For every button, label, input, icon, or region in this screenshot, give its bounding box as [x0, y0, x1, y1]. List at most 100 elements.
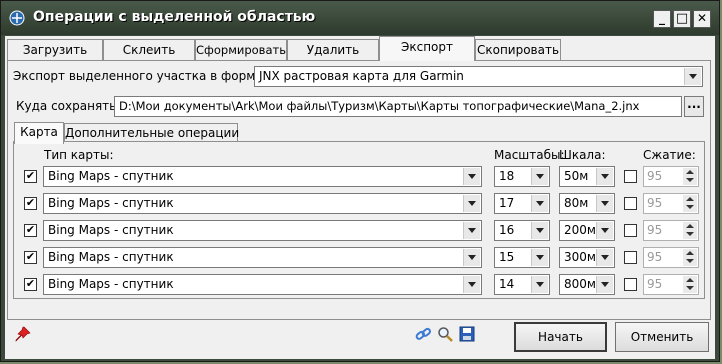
zoom-value: 18: [499, 169, 515, 183]
tab-load[interactable]: Загрузить: [7, 39, 103, 61]
scale-bar-header: Шкала:: [559, 148, 606, 162]
zoom-icon[interactable]: [437, 326, 453, 342]
map-type-select[interactable]: Bing Maps - спутник: [43, 247, 482, 268]
scale-select[interactable]: 80м: [559, 193, 615, 214]
tab-export[interactable]: Экспорт: [379, 36, 475, 61]
zoom-select[interactable]: 18: [494, 166, 550, 187]
chevron-down-icon[interactable]: [596, 168, 613, 185]
quality-value: 95: [647, 223, 663, 237]
zoom-select[interactable]: 16: [494, 220, 550, 241]
chevron-down-icon[interactable]: [531, 276, 548, 293]
cancel-button[interactable]: Отменить: [615, 322, 709, 352]
compression-checkbox[interactable]: [624, 278, 637, 291]
scale-value: 80м: [564, 196, 589, 210]
row-enable-checkbox[interactable]: ✔: [24, 278, 37, 291]
chevron-down-icon[interactable]: [596, 222, 613, 239]
quality-spinner[interactable]: 95: [643, 247, 699, 268]
format-value: JNX растровая карта для Garmin: [259, 69, 464, 83]
scale-select[interactable]: 300м: [559, 247, 615, 268]
zoom-select[interactable]: 17: [494, 193, 550, 214]
chevron-down-icon[interactable]: [684, 68, 701, 85]
chevron-down-icon[interactable]: [596, 249, 613, 266]
compression-checkbox[interactable]: [624, 224, 637, 237]
quality-spinner[interactable]: 95: [643, 166, 699, 187]
spin-arrows-icon[interactable]: [683, 168, 697, 185]
maximize-button[interactable]: □: [673, 10, 691, 28]
quality-value: 95: [647, 250, 663, 264]
compression-checkbox[interactable]: [624, 170, 637, 183]
zoom-value: 15: [499, 250, 515, 264]
quality-value: 95: [647, 196, 663, 210]
save-icon[interactable]: [459, 326, 475, 342]
link-icon[interactable]: [415, 326, 431, 342]
map-type-value: Bing Maps - спутник: [48, 169, 174, 183]
tab-generate[interactable]: Сформировать: [195, 39, 287, 61]
map-type-value: Bing Maps - спутник: [48, 277, 174, 291]
row-enable-checkbox[interactable]: ✔: [24, 197, 37, 210]
chevron-down-icon[interactable]: [531, 168, 548, 185]
spin-arrows-icon[interactable]: [683, 249, 697, 266]
chevron-down-icon[interactable]: [463, 168, 480, 185]
row-enable-checkbox[interactable]: ✔: [24, 170, 37, 183]
row-enable-checkbox[interactable]: ✔: [24, 224, 37, 237]
browse-button[interactable]: ...: [684, 96, 704, 117]
format-label: Экспорт выделенного участка в формат: [13, 69, 270, 83]
quality-spinner[interactable]: 95: [643, 274, 699, 295]
zoom-value: 16: [499, 223, 515, 237]
map-type-value: Bing Maps - спутник: [48, 250, 174, 264]
zoom-select[interactable]: 14: [494, 274, 550, 295]
scale-value: 300м: [564, 250, 596, 264]
save-path-input[interactable]: D:\Мои документы\Ark\Мои файлы\Туризм\Ка…: [114, 96, 682, 117]
scale-select[interactable]: 800м: [559, 274, 615, 295]
map-type-select[interactable]: Bing Maps - спутник: [43, 193, 482, 214]
quality-spinner[interactable]: 95: [643, 220, 699, 241]
map-type-value: Bing Maps - спутник: [48, 196, 174, 210]
chevron-down-icon[interactable]: [531, 195, 548, 212]
map-type-select[interactable]: Bing Maps - спутник: [43, 220, 482, 241]
tab-combine[interactable]: Склеить: [103, 39, 195, 61]
tab-delete[interactable]: Удалить: [287, 39, 379, 61]
scale-select[interactable]: 50м: [559, 166, 615, 187]
spin-arrows-icon[interactable]: [683, 195, 697, 212]
scales-header: Масштабы:: [494, 148, 565, 162]
chevron-down-icon[interactable]: [531, 222, 548, 239]
compression-checkbox[interactable]: [624, 251, 637, 264]
chevron-down-icon[interactable]: [596, 195, 613, 212]
app-icon: [9, 10, 25, 26]
format-select[interactable]: JNX растровая карта для Garmin: [254, 66, 703, 87]
zoom-select[interactable]: 15: [494, 247, 550, 268]
quality-value: 95: [647, 169, 663, 183]
pin-icon[interactable]: [15, 326, 31, 342]
chevron-down-icon[interactable]: [596, 276, 613, 293]
row-enable-checkbox[interactable]: ✔: [24, 251, 37, 264]
start-button[interactable]: Начать: [514, 322, 607, 352]
spin-arrows-icon[interactable]: [683, 276, 697, 293]
chevron-down-icon[interactable]: [531, 249, 548, 266]
zoom-value: 17: [499, 196, 515, 210]
minimize-button[interactable]: _: [653, 10, 671, 28]
dialog-client: Загрузить Склеить Сформировать Удалить Э…: [5, 36, 715, 359]
quality-spinner[interactable]: 95: [643, 193, 699, 214]
chevron-down-icon[interactable]: [463, 222, 480, 239]
map-type-header: Тип карты:: [44, 148, 114, 162]
chevron-down-icon[interactable]: [463, 249, 480, 266]
map-type-value: Bing Maps - спутник: [48, 223, 174, 237]
map-subpanel: Тип карты: Масштабы: Шкала: Сжатие: ✔ Bi…: [13, 141, 705, 299]
zoom-value: 14: [499, 277, 515, 291]
close-button[interactable]: ✕: [693, 10, 711, 28]
title-bar[interactable]: Операции с выделенной областью _ □ ✕: [1, 1, 719, 35]
chevron-down-icon[interactable]: [463, 195, 480, 212]
subtab-map[interactable]: Карта: [14, 122, 64, 144]
scale-value: 50м: [564, 169, 589, 183]
map-type-select[interactable]: Bing Maps - спутник: [43, 166, 482, 187]
compression-checkbox[interactable]: [624, 197, 637, 210]
tab-copy[interactable]: Скопировать: [475, 39, 561, 61]
map-type-select[interactable]: Bing Maps - спутник: [43, 274, 482, 295]
scale-value: 800м: [564, 277, 596, 291]
scale-select[interactable]: 200м: [559, 220, 615, 241]
save-label: Куда сохранять:: [16, 99, 121, 113]
spin-arrows-icon[interactable]: [683, 222, 697, 239]
scale-value: 200м: [564, 223, 596, 237]
chevron-down-icon[interactable]: [463, 276, 480, 293]
dialog-window: Операции с выделенной областью _ □ ✕ Заг…: [0, 0, 720, 362]
